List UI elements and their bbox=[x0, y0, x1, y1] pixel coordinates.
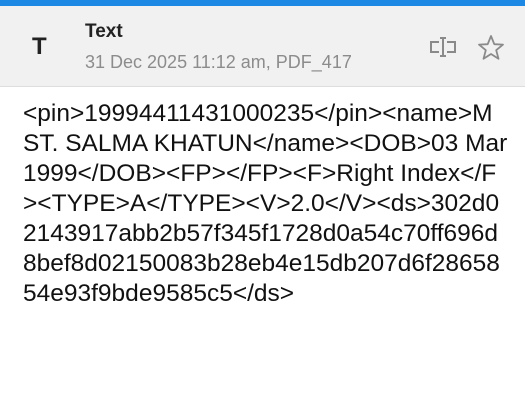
result-title: Text bbox=[85, 21, 123, 42]
result-subtitle: 31 Dec 2025 11:12 am, PDF_417 bbox=[85, 52, 352, 72]
favorite-button[interactable] bbox=[476, 33, 506, 63]
text-type-icon: T bbox=[32, 33, 47, 60]
star-icon bbox=[478, 35, 504, 60]
result-header: T Text 31 Dec 2025 11:12 am, PDF_417 bbox=[0, 6, 525, 87]
edit-text-icon bbox=[430, 37, 456, 57]
decoded-text-content: <pin>19994411431000235</pin><name>MST. S… bbox=[23, 100, 508, 307]
edit-text-button[interactable] bbox=[428, 33, 458, 63]
